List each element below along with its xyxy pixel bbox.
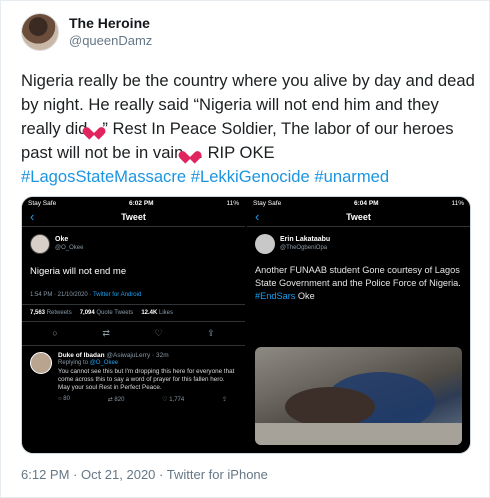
replying-to: Replying to @O_Okee (58, 360, 237, 366)
back-arrow-icon: ‹ (255, 209, 260, 224)
reply-item: Duke of Ibadan @AsiwajuLerry · 32m Reply… (22, 346, 245, 409)
nav-title: Tweet (121, 212, 146, 222)
hashtag-end-sars: #EndSars (255, 291, 296, 301)
broken-heart-icon (183, 146, 198, 159)
reply-like-count: ♡ 1,774 (162, 397, 185, 403)
reply-icon: ○ (52, 328, 58, 338)
quoted-stats: 7,563 Retweets 7,094 Quote Tweets 12.4K … (22, 305, 245, 322)
media-screenshot-1[interactable]: Stay Safe 6:02 PM 11% ‹ Tweet Oke @O_Oke… (22, 197, 245, 453)
battery-label: 11% (451, 200, 464, 207)
victim-photo (255, 347, 462, 445)
battery-label: 11% (226, 200, 239, 207)
reply-actions: ○ 80 ⇄ 820 ♡ 1,774 ⇪ (58, 396, 237, 403)
tweet-card: The Heroine @queenDamz Nigeria really be… (0, 0, 490, 498)
retweet-count: 7,563 (30, 310, 46, 316)
reply-header: Duke of Ibadan @AsiwajuLerry · 32m (58, 352, 237, 359)
tweet-text: Nigeria really be the country where you … (21, 69, 481, 189)
media-screenshot-2[interactable]: Stay Safe 6:04 PM 11% ‹ Tweet Erin Lakat… (247, 197, 470, 453)
quoted-name: Oke (55, 236, 69, 243)
tweet-media[interactable]: Stay Safe 6:02 PM 11% ‹ Tweet Oke @O_Oke… (21, 196, 471, 454)
hashtag-lagos-state-massacre[interactable]: #LagosStateMassacre (21, 167, 186, 186)
retweet-icon: ⇄ (102, 328, 110, 338)
quote-count: 7,094 (79, 310, 95, 316)
nav-title: Tweet (346, 212, 371, 222)
tweet-footer: 6:12 PM · Oct 21, 2020 · Twitter for iPh… (21, 467, 268, 482)
like-label: Likes (159, 310, 174, 316)
tweet-header: The Heroine @queenDamz (21, 13, 152, 51)
hashtag-unarmed[interactable]: #unarmed (314, 167, 389, 186)
quoted-meta-via: Twitter for Android (92, 292, 142, 298)
author-names: The Heroine @queenDamz (69, 14, 152, 50)
quoted-handle: @O_Okee (55, 245, 84, 251)
tweet-text-part3: . RIP OKE (198, 143, 275, 162)
tweet-timestamp[interactable]: 6:12 PM · Oct 21, 2020 · (21, 467, 167, 482)
quote-label: Quote Tweets (96, 310, 134, 316)
quoted-actions: ○ ⇄ ♡ ⇪ (22, 322, 245, 346)
nav-bar: ‹ Tweet (22, 209, 245, 227)
quoted-handle: @TheOgbeniOpa (280, 245, 328, 251)
author-display-name[interactable]: The Heroine (69, 14, 152, 32)
reply-count: ○ 80 (58, 396, 70, 402)
quoted-text-body: Another FUNAAB student Gone courtesy of … (255, 265, 461, 288)
like-count: 12.4K (141, 310, 158, 316)
status-time: 6:02 PM (129, 200, 154, 207)
status-bar: Stay Safe 6:02 PM 11% (22, 197, 245, 209)
share-icon: ⇪ (207, 328, 215, 338)
status-time: 6:04 PM (354, 200, 379, 207)
author-handle[interactable]: @queenDamz (69, 32, 152, 50)
broken-heart-icon (87, 122, 102, 135)
quoted-text: Nigeria will not end me (30, 266, 127, 277)
reply-retweet-count: ⇄ 820 (107, 397, 125, 403)
reply-avatar (30, 352, 52, 374)
reply-handle: @AsiwajuLerry · 32m (106, 352, 169, 359)
quoted-meta: 1:54 PM · 21/10/2020 · Twitter for Andro… (22, 278, 245, 305)
reply-name: Duke of Ibadan (58, 352, 105, 359)
reply-text: You cannot see this but I'm dropping thi… (58, 368, 235, 391)
quoted-meta-time: 1:54 PM · 21/10/2020 · (30, 292, 93, 298)
hashtag-lekki-genocide[interactable]: #LekkiGenocide (191, 167, 310, 186)
quoted-text: Another FUNAAB student Gone courtesy of … (247, 254, 470, 303)
share-icon: ⇪ (221, 397, 227, 403)
quoted-avatar (255, 234, 275, 254)
carrier-label: Stay Safe (28, 200, 57, 207)
quoted-text-tail: Oke (295, 291, 315, 301)
replying-handle: @O_Okee (89, 360, 119, 366)
quoted-name: Erin Lakataabu (280, 236, 331, 243)
quoted-avatar (30, 234, 50, 254)
nav-bar: ‹ Tweet (247, 209, 470, 227)
replying-label: Replying to (58, 360, 89, 366)
quoted-user: Erin Lakataabu @TheOgbeniOpa (247, 227, 470, 254)
like-icon: ♡ (154, 328, 163, 338)
quoted-user: Oke @O_Okee (22, 227, 245, 254)
author-avatar[interactable] (21, 13, 59, 51)
tweet-source[interactable]: Twitter for iPhone (167, 467, 268, 482)
retweet-label: Retweets (46, 310, 72, 316)
carrier-label: Stay Safe (253, 200, 282, 207)
status-bar: Stay Safe 6:04 PM 11% (247, 197, 470, 209)
back-arrow-icon: ‹ (30, 209, 35, 224)
